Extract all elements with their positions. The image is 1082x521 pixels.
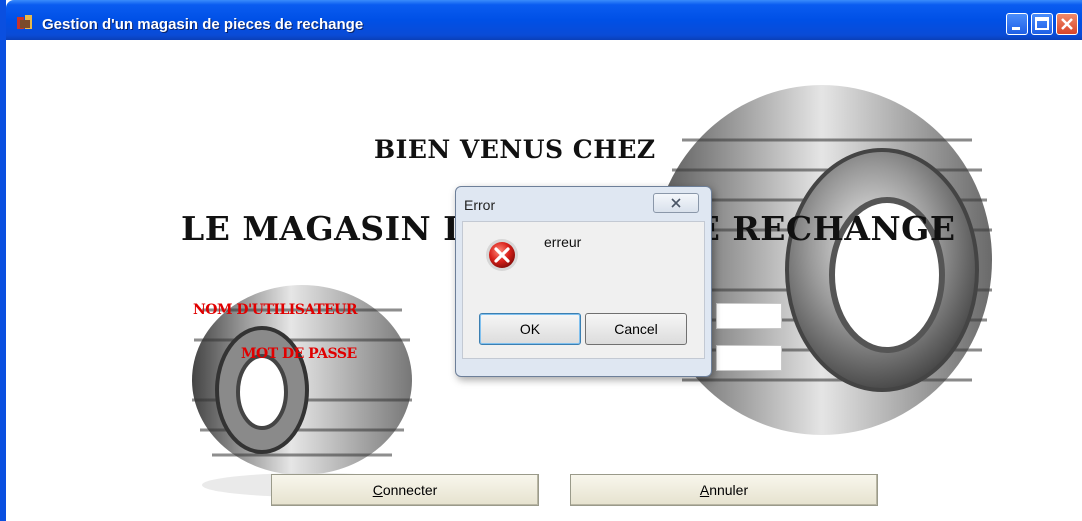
dialog-title: Error bbox=[464, 197, 496, 213]
dialog-message: erreur bbox=[544, 234, 582, 250]
connect-mnemonic: C bbox=[372, 482, 383, 498]
close-button[interactable] bbox=[1056, 13, 1078, 35]
title-bar[interactable]: Gestion d'un magasin de pieces de rechan… bbox=[6, 0, 1082, 40]
welcome-heading: Bien venus chez bbox=[374, 135, 656, 164]
connect-button[interactable]: Connecter bbox=[271, 474, 539, 506]
cancel-button[interactable]: Cancel bbox=[585, 313, 687, 345]
maximize-button[interactable] bbox=[1031, 13, 1053, 35]
username-input[interactable] bbox=[716, 303, 782, 329]
minimize-icon bbox=[1012, 27, 1020, 30]
close-icon bbox=[671, 198, 681, 208]
maximize-icon bbox=[1035, 17, 1049, 30]
minimize-button[interactable] bbox=[1006, 13, 1028, 35]
password-input[interactable] bbox=[716, 345, 782, 371]
password-label: Mot de passe bbox=[241, 346, 357, 362]
dialog-close-button[interactable] bbox=[653, 193, 699, 213]
app-icon bbox=[17, 15, 32, 29]
annuler-label: nnuler bbox=[709, 482, 749, 498]
annuler-mnemonic: A bbox=[699, 482, 710, 498]
ok-button[interactable]: OK bbox=[479, 313, 581, 345]
app-window: Gestion d'un magasin de pieces de rechan… bbox=[0, 0, 1082, 521]
error-dialog: Error erreur OK Cancel bbox=[455, 186, 712, 377]
error-icon bbox=[486, 239, 518, 271]
annuler-button[interactable]: Annuler bbox=[570, 474, 878, 506]
connect-label: onnecter bbox=[382, 482, 438, 498]
dialog-body: erreur OK Cancel bbox=[462, 221, 705, 359]
close-icon bbox=[1061, 18, 1073, 30]
window-title: Gestion d'un magasin de pieces de rechan… bbox=[42, 16, 364, 33]
username-label: Nom d'utilisateur bbox=[193, 302, 358, 318]
